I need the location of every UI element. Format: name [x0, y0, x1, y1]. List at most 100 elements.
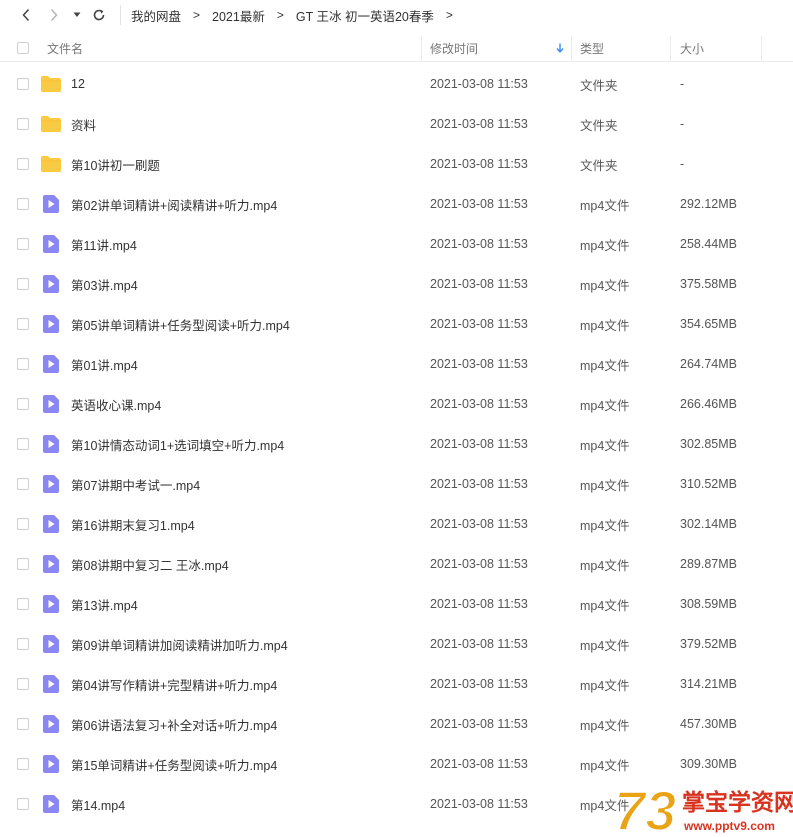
file-type: mp4文件 — [580, 758, 630, 773]
video-file-icon — [41, 475, 61, 493]
folder-icon — [41, 115, 61, 133]
file-modified-time: 2021-03-08 11:53 — [430, 437, 528, 451]
file-row[interactable]: 第07讲期中考试一.mp4 2021-03-08 11:53 mp4文件 310.52… — [0, 464, 793, 504]
file-modified-time: 2021-03-08 11:53 — [430, 357, 528, 371]
file-size: 457.30MB — [680, 717, 737, 731]
row-checkbox[interactable] — [17, 158, 29, 170]
file-name[interactable]: 第15单词精讲+任务型阅读+听力.mp4 — [71, 744, 277, 784]
video-file-icon — [41, 435, 61, 453]
toolbar-divider — [120, 5, 121, 25]
file-name[interactable]: 第05讲单词精讲+任务型阅读+听力.mp4 — [71, 304, 290, 344]
back-button[interactable] — [16, 0, 36, 30]
file-row[interactable]: 12 2021-03-08 11:53 文件夹 - — [0, 64, 793, 104]
file-name[interactable]: 第09讲单词精讲加阅读精讲加听力.mp4 — [71, 624, 288, 664]
file-name[interactable]: 英语收心课.mp4 — [71, 384, 161, 424]
file-name[interactable]: 第03讲.mp4 — [71, 264, 138, 304]
file-name[interactable]: 第02讲单词精讲+阅读精讲+听力.mp4 — [71, 184, 277, 224]
refresh-button[interactable] — [88, 0, 110, 30]
file-row[interactable]: 第06讲语法复习+补全对话+听力.mp4 2021-03-08 11:53 mp4文… — [0, 704, 793, 744]
row-checkbox[interactable] — [17, 398, 29, 410]
column-header-type[interactable]: 类型 — [580, 34, 604, 62]
row-checkbox[interactable] — [17, 438, 29, 450]
file-size: 264.74MB — [680, 357, 737, 371]
column-header-modified[interactable]: 修改时间 — [430, 34, 478, 62]
file-type: mp4文件 — [580, 478, 630, 493]
column-divider — [670, 36, 671, 62]
row-checkbox[interactable] — [17, 198, 29, 210]
file-row[interactable]: 第01讲.mp4 2021-03-08 11:53 mp4文件 264.74MB — [0, 344, 793, 384]
file-row[interactable]: 第08讲期中复习二 王冰.mp4 2021-03-08 11:53 mp4文件 289… — [0, 544, 793, 584]
file-name[interactable]: 第13讲.mp4 — [71, 584, 138, 624]
video-file-icon — [41, 675, 61, 693]
file-row[interactable]: 第13讲.mp4 2021-03-08 11:53 mp4文件 308.59MB — [0, 584, 793, 624]
breadcrumb-item-2021[interactable]: 2021最新 — [212, 6, 265, 25]
file-name[interactable]: 第10讲初一刷题 — [71, 144, 160, 184]
forward-button[interactable] — [44, 0, 64, 30]
file-name[interactable]: 第11讲.mp4 — [71, 224, 137, 264]
file-row[interactable]: 第15单词精讲+任务型阅读+听力.mp4 2021-03-08 11:53 mp4文… — [0, 744, 793, 784]
file-name[interactable]: 第04讲写作精讲+完型精讲+听力.mp4 — [71, 664, 277, 704]
file-modified-time: 2021-03-08 11:53 — [430, 77, 528, 91]
row-checkbox[interactable] — [17, 518, 29, 530]
row-checkbox[interactable] — [17, 798, 29, 810]
row-checkbox[interactable] — [17, 358, 29, 370]
file-name[interactable]: 第08讲期中复习二 王冰.mp4 — [71, 544, 229, 584]
column-divider — [421, 36, 422, 62]
file-modified-time: 2021-03-08 11:53 — [430, 517, 528, 531]
file-row[interactable]: 第04讲写作精讲+完型精讲+听力.mp4 2021-03-08 11:53 mp4文… — [0, 664, 793, 704]
file-size: - — [680, 77, 685, 91]
breadcrumb-item-root[interactable]: 我的网盘 — [131, 6, 181, 25]
video-file-icon — [41, 635, 61, 653]
file-size: 302.85MB — [680, 437, 737, 451]
file-size: 379.52MB — [680, 637, 737, 651]
breadcrumb-item-current[interactable]: GT 王冰 初一英语20春季 — [296, 6, 434, 25]
file-name[interactable]: 第10讲情态动词1+选词填空+听力.mp4 — [71, 424, 284, 464]
row-checkbox[interactable] — [17, 278, 29, 290]
file-type: mp4文件 — [580, 638, 630, 653]
file-type: mp4文件 — [580, 318, 630, 333]
file-name[interactable]: 第06讲语法复习+补全对话+听力.mp4 — [71, 704, 277, 744]
file-name[interactable]: 第07讲期中考试一.mp4 — [71, 464, 200, 504]
file-row[interactable]: 第10讲初一刷题 2021-03-08 11:53 文件夹 - — [0, 144, 793, 184]
history-dropdown-button[interactable] — [70, 0, 84, 30]
file-name[interactable]: 资料 — [71, 104, 96, 144]
row-checkbox[interactable] — [17, 718, 29, 730]
sort-desc-icon[interactable] — [556, 34, 564, 62]
file-row[interactable]: 第03讲.mp4 2021-03-08 11:53 mp4文件 375.58MB — [0, 264, 793, 304]
row-checkbox[interactable] — [17, 678, 29, 690]
file-row[interactable]: 英语收心课.mp4 2021-03-08 11:53 mp4文件 266.46MB — [0, 384, 793, 424]
file-name[interactable]: 第14.mp4 — [71, 784, 125, 824]
file-type: mp4文件 — [580, 278, 630, 293]
row-checkbox[interactable] — [17, 598, 29, 610]
row-checkbox[interactable] — [17, 118, 29, 130]
file-row[interactable]: 第09讲单词精讲加阅读精讲加听力.mp4 2021-03-08 11:53 mp4文… — [0, 624, 793, 664]
file-row[interactable]: 第16讲期末复习1.mp4 2021-03-08 11:53 mp4文件 302.14… — [0, 504, 793, 544]
row-checkbox[interactable] — [17, 238, 29, 250]
video-file-icon — [41, 195, 61, 213]
row-checkbox[interactable] — [17, 318, 29, 330]
file-row[interactable]: 资料 2021-03-08 11:53 文件夹 - — [0, 104, 793, 144]
row-checkbox[interactable] — [17, 478, 29, 490]
file-row[interactable]: 第02讲单词精讲+阅读精讲+听力.mp4 2021-03-08 11:53 mp4文… — [0, 184, 793, 224]
file-row[interactable]: 第05讲单词精讲+任务型阅读+听力.mp4 2021-03-08 11:53 mp4… — [0, 304, 793, 344]
row-checkbox[interactable] — [17, 78, 29, 90]
column-header-name[interactable]: 文件名 — [47, 34, 83, 62]
file-name[interactable]: 12 — [71, 64, 85, 104]
refresh-icon — [93, 9, 105, 21]
file-type: mp4文件 — [580, 358, 630, 373]
file-type: mp4文件 — [580, 198, 630, 213]
breadcrumb: 我的网盘 > 2021最新 > GT 王冰 初一英语20春季 > — [131, 0, 465, 30]
file-modified-time: 2021-03-08 11:53 — [430, 477, 528, 491]
file-modified-time: 2021-03-08 11:53 — [430, 757, 528, 771]
row-checkbox[interactable] — [17, 758, 29, 770]
file-name[interactable]: 第16讲期末复习1.mp4 — [71, 504, 195, 544]
row-checkbox[interactable] — [17, 638, 29, 650]
file-name[interactable]: 第01讲.mp4 — [71, 344, 138, 384]
select-all-checkbox[interactable] — [17, 42, 29, 54]
file-modified-time: 2021-03-08 11:53 — [430, 397, 528, 411]
file-row[interactable]: 第10讲情态动词1+选词填空+听力.mp4 2021-03-08 11:53 mp4… — [0, 424, 793, 464]
column-header-size[interactable]: 大小 — [680, 34, 704, 62]
file-row[interactable]: 第11讲.mp4 2021-03-08 11:53 mp4文件 258.44MB — [0, 224, 793, 264]
row-checkbox[interactable] — [17, 558, 29, 570]
file-size: 354.65MB — [680, 317, 737, 331]
